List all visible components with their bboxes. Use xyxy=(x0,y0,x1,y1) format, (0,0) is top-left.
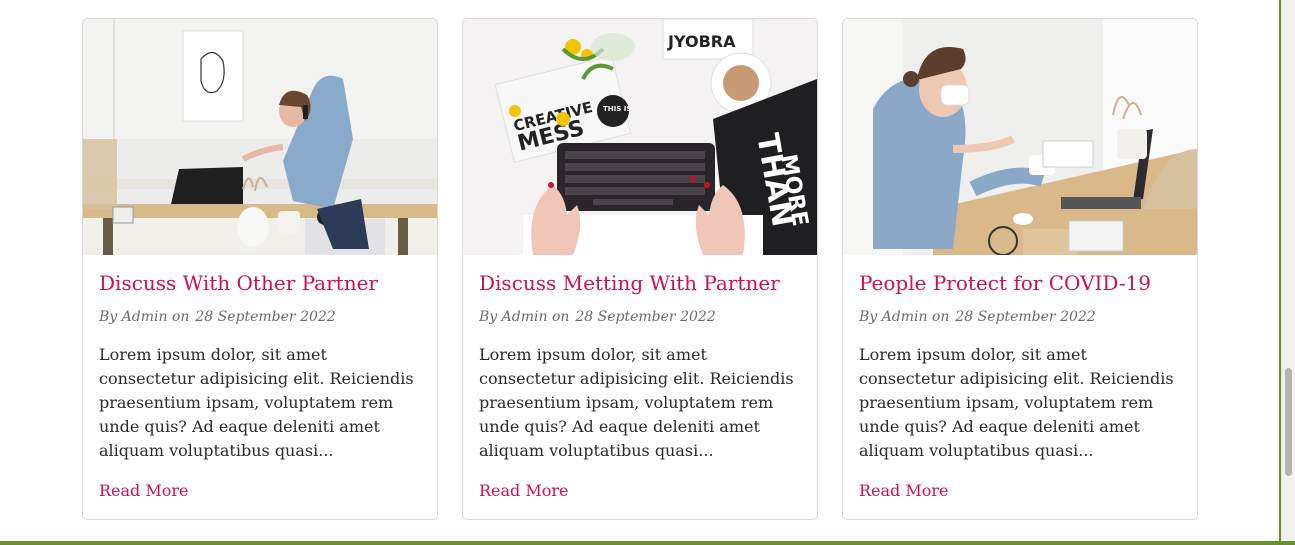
office-photo-keyboard: CREATIVE MESS JYOBRA THIS IS MORE THAN xyxy=(463,19,817,255)
blog-card-excerpt: Lorem ipsum dolor, sit amet consectetur … xyxy=(859,345,1174,460)
svg-text:JYOBRA: JYOBRA xyxy=(667,32,736,51)
blog-card-title[interactable]: People Protect for COVID-19 xyxy=(859,269,1181,297)
blog-card-author: By Admin on xyxy=(859,309,950,325)
blog-card-body: Discuss With Other Partner By Admin on 28… xyxy=(83,255,437,503)
blog-card-2: CREATIVE MESS JYOBRA THIS IS MORE THAN D… xyxy=(462,18,818,520)
read-more-link[interactable]: Read More xyxy=(99,479,189,503)
blog-card-image[interactable]: CREATIVE MESS JYOBRA THIS IS MORE THAN xyxy=(463,19,817,255)
blog-card-3: People Protect for COVID-19 By Admin on 2… xyxy=(842,18,1198,520)
blog-card-date: 28 September 2022 xyxy=(195,309,336,325)
blog-card-image[interactable] xyxy=(843,19,1197,255)
blog-card-meta: By Admin on 28 September 2022 xyxy=(99,307,421,327)
page: Discuss With Other Partner By Admin on 28… xyxy=(0,0,1281,541)
blog-card-image[interactable] xyxy=(83,19,437,255)
office-photo-woman-phone xyxy=(83,19,437,255)
read-more-link[interactable]: Read More xyxy=(859,479,949,503)
blog-card-title[interactable]: Discuss With Other Partner xyxy=(99,269,421,297)
blog-card-body: Discuss Metting With Partner By Admin on… xyxy=(463,255,817,503)
read-more-link[interactable]: Read More xyxy=(479,479,569,503)
scrollbar-thumb[interactable] xyxy=(1285,368,1292,476)
blog-card-date: 28 September 2022 xyxy=(575,309,716,325)
svg-text:THIS IS: THIS IS xyxy=(603,105,631,113)
blog-card-1: Discuss With Other Partner By Admin on 28… xyxy=(82,18,438,520)
blog-card-title[interactable]: Discuss Metting With Partner xyxy=(479,269,801,297)
office-photo-woman-mask xyxy=(843,19,1197,255)
vertical-scrollbar[interactable] xyxy=(1281,0,1295,541)
blog-card-author: By Admin on xyxy=(99,309,190,325)
blog-card-excerpt: Lorem ipsum dolor, sit amet consectetur … xyxy=(479,345,794,460)
blog-card-date: 28 September 2022 xyxy=(955,309,1096,325)
blog-card-excerpt: Lorem ipsum dolor, sit amet consectetur … xyxy=(99,345,414,460)
blog-card-body: People Protect for COVID-19 By Admin on 2… xyxy=(843,255,1197,503)
blog-card-meta: By Admin on 28 September 2022 xyxy=(859,307,1181,327)
blog-card-meta: By Admin on 28 September 2022 xyxy=(479,307,801,327)
blog-card-author: By Admin on xyxy=(479,309,570,325)
bottom-border-bar xyxy=(0,541,1295,545)
